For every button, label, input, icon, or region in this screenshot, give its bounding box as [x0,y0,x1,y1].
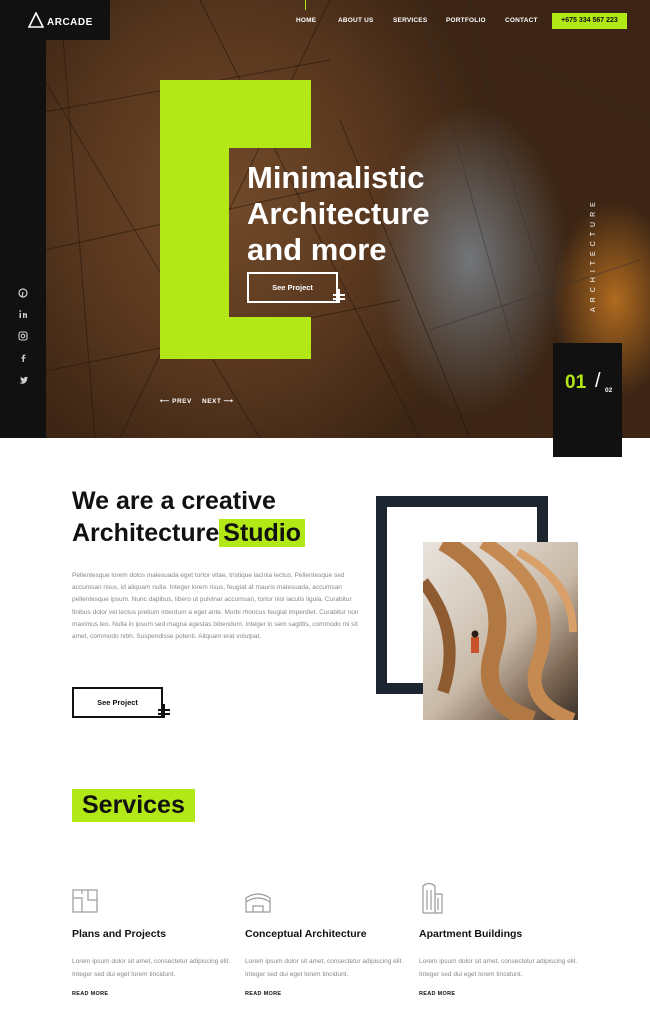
building-icon [422,882,443,914]
slide-counter-box [553,343,622,457]
about-title: We are a creative Architecture Studio [72,485,306,549]
service-read-more-link[interactable]: READ MORE [419,991,455,997]
instagram-icon[interactable] [15,328,31,344]
hero-button-label: See Project [272,283,313,292]
about-button-label: See Project [97,698,138,707]
services-title: Services [72,789,195,822]
hero-title: Minimalistic Architecture and more [247,160,430,267]
about-title-highlight: Studio [219,519,306,547]
nav-active-indicator [305,0,306,10]
plans-icon [72,889,98,913]
nav-services[interactable]: SERVICES [393,17,427,24]
staircase-image [423,542,578,720]
pinterest-icon[interactable] [15,285,31,301]
service-desc: Lorem ipsum dolor sit amet, consectetur … [245,958,404,978]
facebook-icon[interactable] [15,350,31,366]
about-body: Pellentesque lorem dolos malesuada eget … [72,572,359,641]
phone-button[interactable]: +675 334 567 223 [552,13,627,29]
slider-next-button[interactable]: NEXT ⟶ [202,397,233,405]
arrow-right-icon: ⟶ [223,398,234,405]
slider-prev-button[interactable]: ⟵ PREV [160,397,192,405]
slide-separator: / [595,370,601,392]
slide-current: 01 [565,372,587,393]
nav-portfolio[interactable]: PORTFOLIO [446,17,486,24]
service-read-more-link[interactable]: READ MORE [245,991,281,997]
service-read-more-link[interactable]: READ MORE [72,991,108,997]
linkedin-icon[interactable] [15,306,31,322]
twitter-icon[interactable] [15,372,31,388]
slide-total: 02 [605,387,613,394]
service-title: Conceptual Architecture [245,928,367,940]
nav-about-us[interactable]: ABOUT US [338,17,374,24]
service-desc: Lorem ipsum dolor sit amet, consectetur … [419,958,578,978]
vertical-label: ARCHITECTURE [590,197,597,313]
conceptual-icon [245,893,271,913]
about-see-project-button[interactable]: See Project [72,687,170,718]
nav-home[interactable]: HOME [296,17,316,24]
arrow-left-icon: ⟵ [160,398,170,405]
hero-see-project-button[interactable]: See Project [247,272,345,303]
button-lines-icon [158,704,170,718]
nav-contact[interactable]: CONTACT [505,17,538,24]
service-title: Plans and Projects [72,928,166,940]
service-desc: Lorem ipsum dolor sit amet, consectetur … [72,958,231,978]
button-lines-icon [333,289,345,303]
service-title: Apartment Buildings [419,928,523,940]
